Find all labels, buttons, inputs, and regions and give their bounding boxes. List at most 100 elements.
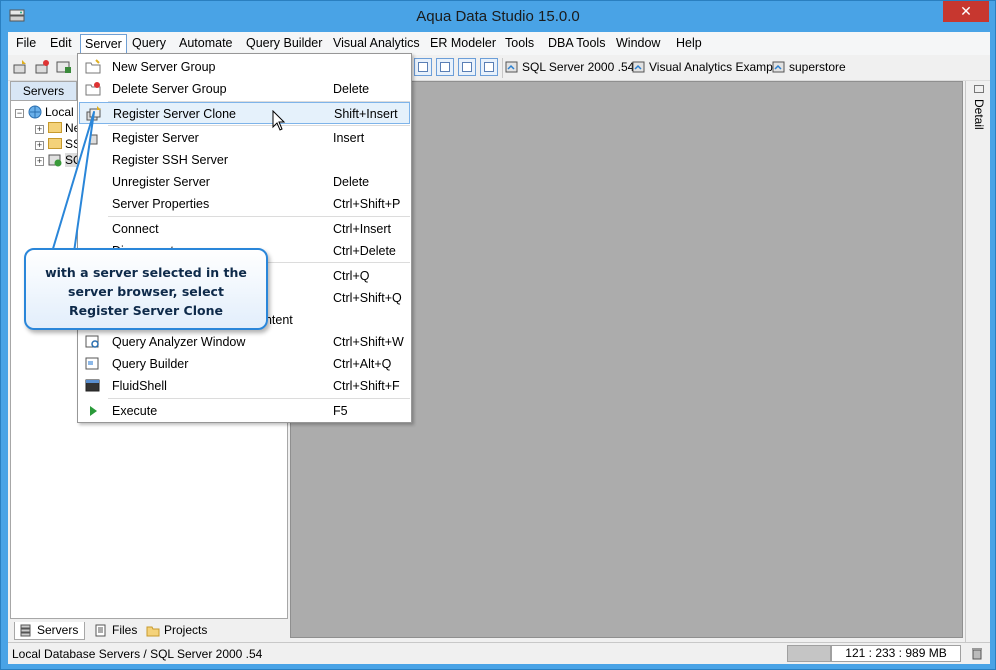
- title-bar[interactable]: Aqua Data Studio 15.0.0 ✕: [1, 1, 995, 32]
- menu-er-modeler[interactable]: ER Modeler: [426, 35, 500, 53]
- menu-item-shortcut: Ctrl+Q: [333, 269, 370, 283]
- window-title: Aqua Data Studio 15.0.0: [416, 8, 580, 25]
- menu-item-shortcut: Shift+Insert: [334, 107, 398, 121]
- toolbar-link-superstore[interactable]: superstore: [772, 60, 846, 74]
- menu-item-register-server[interactable]: Register Server Insert: [79, 127, 410, 149]
- toolbar-view-4-button[interactable]: [480, 58, 498, 76]
- menu-item-query-builder[interactable]: Query Builder Ctrl+Alt+Q: [79, 353, 410, 375]
- server-connection-icon: [632, 61, 645, 73]
- tab-projects[interactable]: Projects: [142, 622, 207, 640]
- query-builder-icon: [85, 357, 99, 370]
- detail-panel-strip: Detail: [965, 81, 990, 643]
- close-button[interactable]: ✕: [943, 1, 989, 22]
- instruction-callout: with a server selected in the server bro…: [24, 248, 268, 330]
- menu-tools[interactable]: Tools: [501, 35, 538, 53]
- menu-item-query-analyzer-window[interactable]: Query Analyzer Window Ctrl+Shift+W: [79, 331, 410, 353]
- folder-icon: [48, 138, 62, 149]
- tab-files[interactable]: Files: [90, 622, 137, 640]
- callout-line: Register Server Clone: [69, 303, 223, 318]
- menu-window[interactable]: Window: [612, 35, 664, 53]
- projects-tab-icon: [146, 626, 160, 637]
- collapse-icon[interactable]: −: [15, 109, 24, 118]
- menu-item-register-ssh-server[interactable]: Register SSH Server: [79, 149, 410, 171]
- status-bar: Local Database Servers / SQL Server 2000…: [8, 642, 990, 664]
- toolbar-link-label: Visual Analytics Example: [649, 60, 783, 74]
- menu-item-label: Register SSH Server: [112, 153, 229, 167]
- menu-item-execute[interactable]: Execute F5: [79, 400, 410, 422]
- menu-file[interactable]: File: [12, 35, 40, 53]
- local-servers-icon: [28, 105, 42, 119]
- tab-label: Projects: [164, 623, 208, 637]
- folder-icon: [48, 122, 62, 133]
- server-connection-icon: [772, 61, 785, 73]
- unregister-server-icon[interactable]: [34, 59, 50, 75]
- tree-node-local[interactable]: − Local: [15, 104, 74, 120]
- menu-server[interactable]: Server: [80, 34, 127, 55]
- tab-servers[interactable]: Servers: [14, 622, 86, 640]
- mouse-cursor-icon: [272, 110, 286, 131]
- menu-bar: File Edit Server Query Automate Query Bu…: [8, 32, 990, 55]
- tree-node-server[interactable]: + SQ: [35, 152, 83, 168]
- menu-edit[interactable]: Edit: [46, 35, 76, 53]
- menu-item-label: Register Server Clone: [113, 107, 236, 121]
- menu-item-label: Execute: [112, 404, 158, 418]
- expand-icon[interactable]: +: [35, 141, 44, 150]
- menu-item-connect[interactable]: Connect Ctrl+Insert: [79, 218, 410, 240]
- files-tab-icon: [95, 624, 106, 637]
- register-server-icon: [86, 134, 98, 145]
- new-folder-icon: [85, 59, 101, 74]
- callout-line: with a server selected in the: [45, 265, 247, 280]
- delete-folder-icon: [85, 82, 101, 96]
- memory-gauge: [787, 645, 831, 662]
- menu-item-unregister-server[interactable]: Unregister Server Delete: [79, 171, 410, 193]
- detail-panel-tab[interactable]: Detail: [970, 99, 988, 159]
- tree-node-label: Local: [45, 105, 74, 119]
- menu-visual-analytics[interactable]: Visual Analytics: [329, 35, 424, 53]
- toolbar-view-2-button[interactable]: [436, 58, 454, 76]
- menu-item-shortcut: Ctrl+Shift+Q: [333, 291, 402, 305]
- panel-grip-icon[interactable]: [974, 85, 984, 93]
- toolbar-link-sql-server[interactable]: SQL Server 2000 .54: [505, 60, 634, 74]
- callout-text: with a server selected in the server bro…: [26, 263, 266, 320]
- menu-item-shortcut: Delete: [333, 175, 370, 189]
- menu-dba-tools[interactable]: DBA Tools: [544, 35, 609, 53]
- server-properties-icon[interactable]: [56, 59, 72, 75]
- menu-query[interactable]: Query: [128, 35, 170, 53]
- tree-node-folder[interactable]: + SS: [35, 136, 81, 152]
- menu-item-label: Query Builder: [112, 357, 189, 371]
- menu-help[interactable]: Help: [672, 35, 706, 53]
- query-analyzer-icon: [85, 335, 99, 348]
- tree-node-folder[interactable]: + Ne: [35, 120, 80, 136]
- tab-label: Files: [112, 623, 138, 637]
- expand-icon[interactable]: +: [35, 157, 44, 166]
- toolbar-view-1-button[interactable]: [414, 58, 432, 76]
- menu-item-label: Server Properties: [112, 197, 210, 211]
- menu-item-label: Unregister Server: [112, 175, 210, 189]
- toolbar-link-label: superstore: [789, 60, 846, 74]
- menu-item-shortcut: Ctrl+Shift+F: [333, 379, 400, 393]
- memory-readout: 121 : 233 : 989 MB: [831, 645, 961, 662]
- menu-item-label: Register Server: [112, 131, 199, 145]
- toolbar-view-3-button[interactable]: [458, 58, 476, 76]
- menu-item-new-server-group[interactable]: New Server Group: [79, 56, 410, 78]
- menu-item-server-properties[interactable]: Server Properties Ctrl+Shift+P: [79, 193, 410, 215]
- menu-separator: [108, 398, 410, 399]
- menu-item-shortcut: F5: [333, 404, 348, 418]
- menu-item-shortcut: Ctrl+Shift+W: [333, 335, 404, 349]
- menu-item-label: FluidShell: [112, 379, 167, 393]
- menu-item-delete-server-group[interactable]: Delete Server Group Delete: [79, 78, 410, 100]
- menu-item-fluidshell[interactable]: FluidShell Ctrl+Shift+F: [79, 375, 410, 397]
- register-server-icon[interactable]: [12, 59, 28, 75]
- menu-query-builder[interactable]: Query Builder: [242, 35, 326, 53]
- menu-item-shortcut: Ctrl+Alt+Q: [333, 357, 392, 371]
- menu-separator: [108, 125, 410, 126]
- execute-icon: [90, 406, 97, 416]
- servers-panel-tab[interactable]: Servers: [11, 82, 77, 101]
- expand-icon[interactable]: +: [35, 125, 44, 134]
- toolbar-link-visual-analytics[interactable]: Visual Analytics Example: [632, 60, 782, 74]
- menu-automate[interactable]: Automate: [175, 35, 237, 53]
- menu-item-shortcut: Ctrl+Delete: [333, 244, 396, 258]
- trash-icon[interactable]: [970, 646, 984, 660]
- menu-item-shortcut: Delete: [333, 82, 370, 96]
- menu-item-register-server-clone[interactable]: Register Server Clone Shift+Insert: [79, 102, 410, 124]
